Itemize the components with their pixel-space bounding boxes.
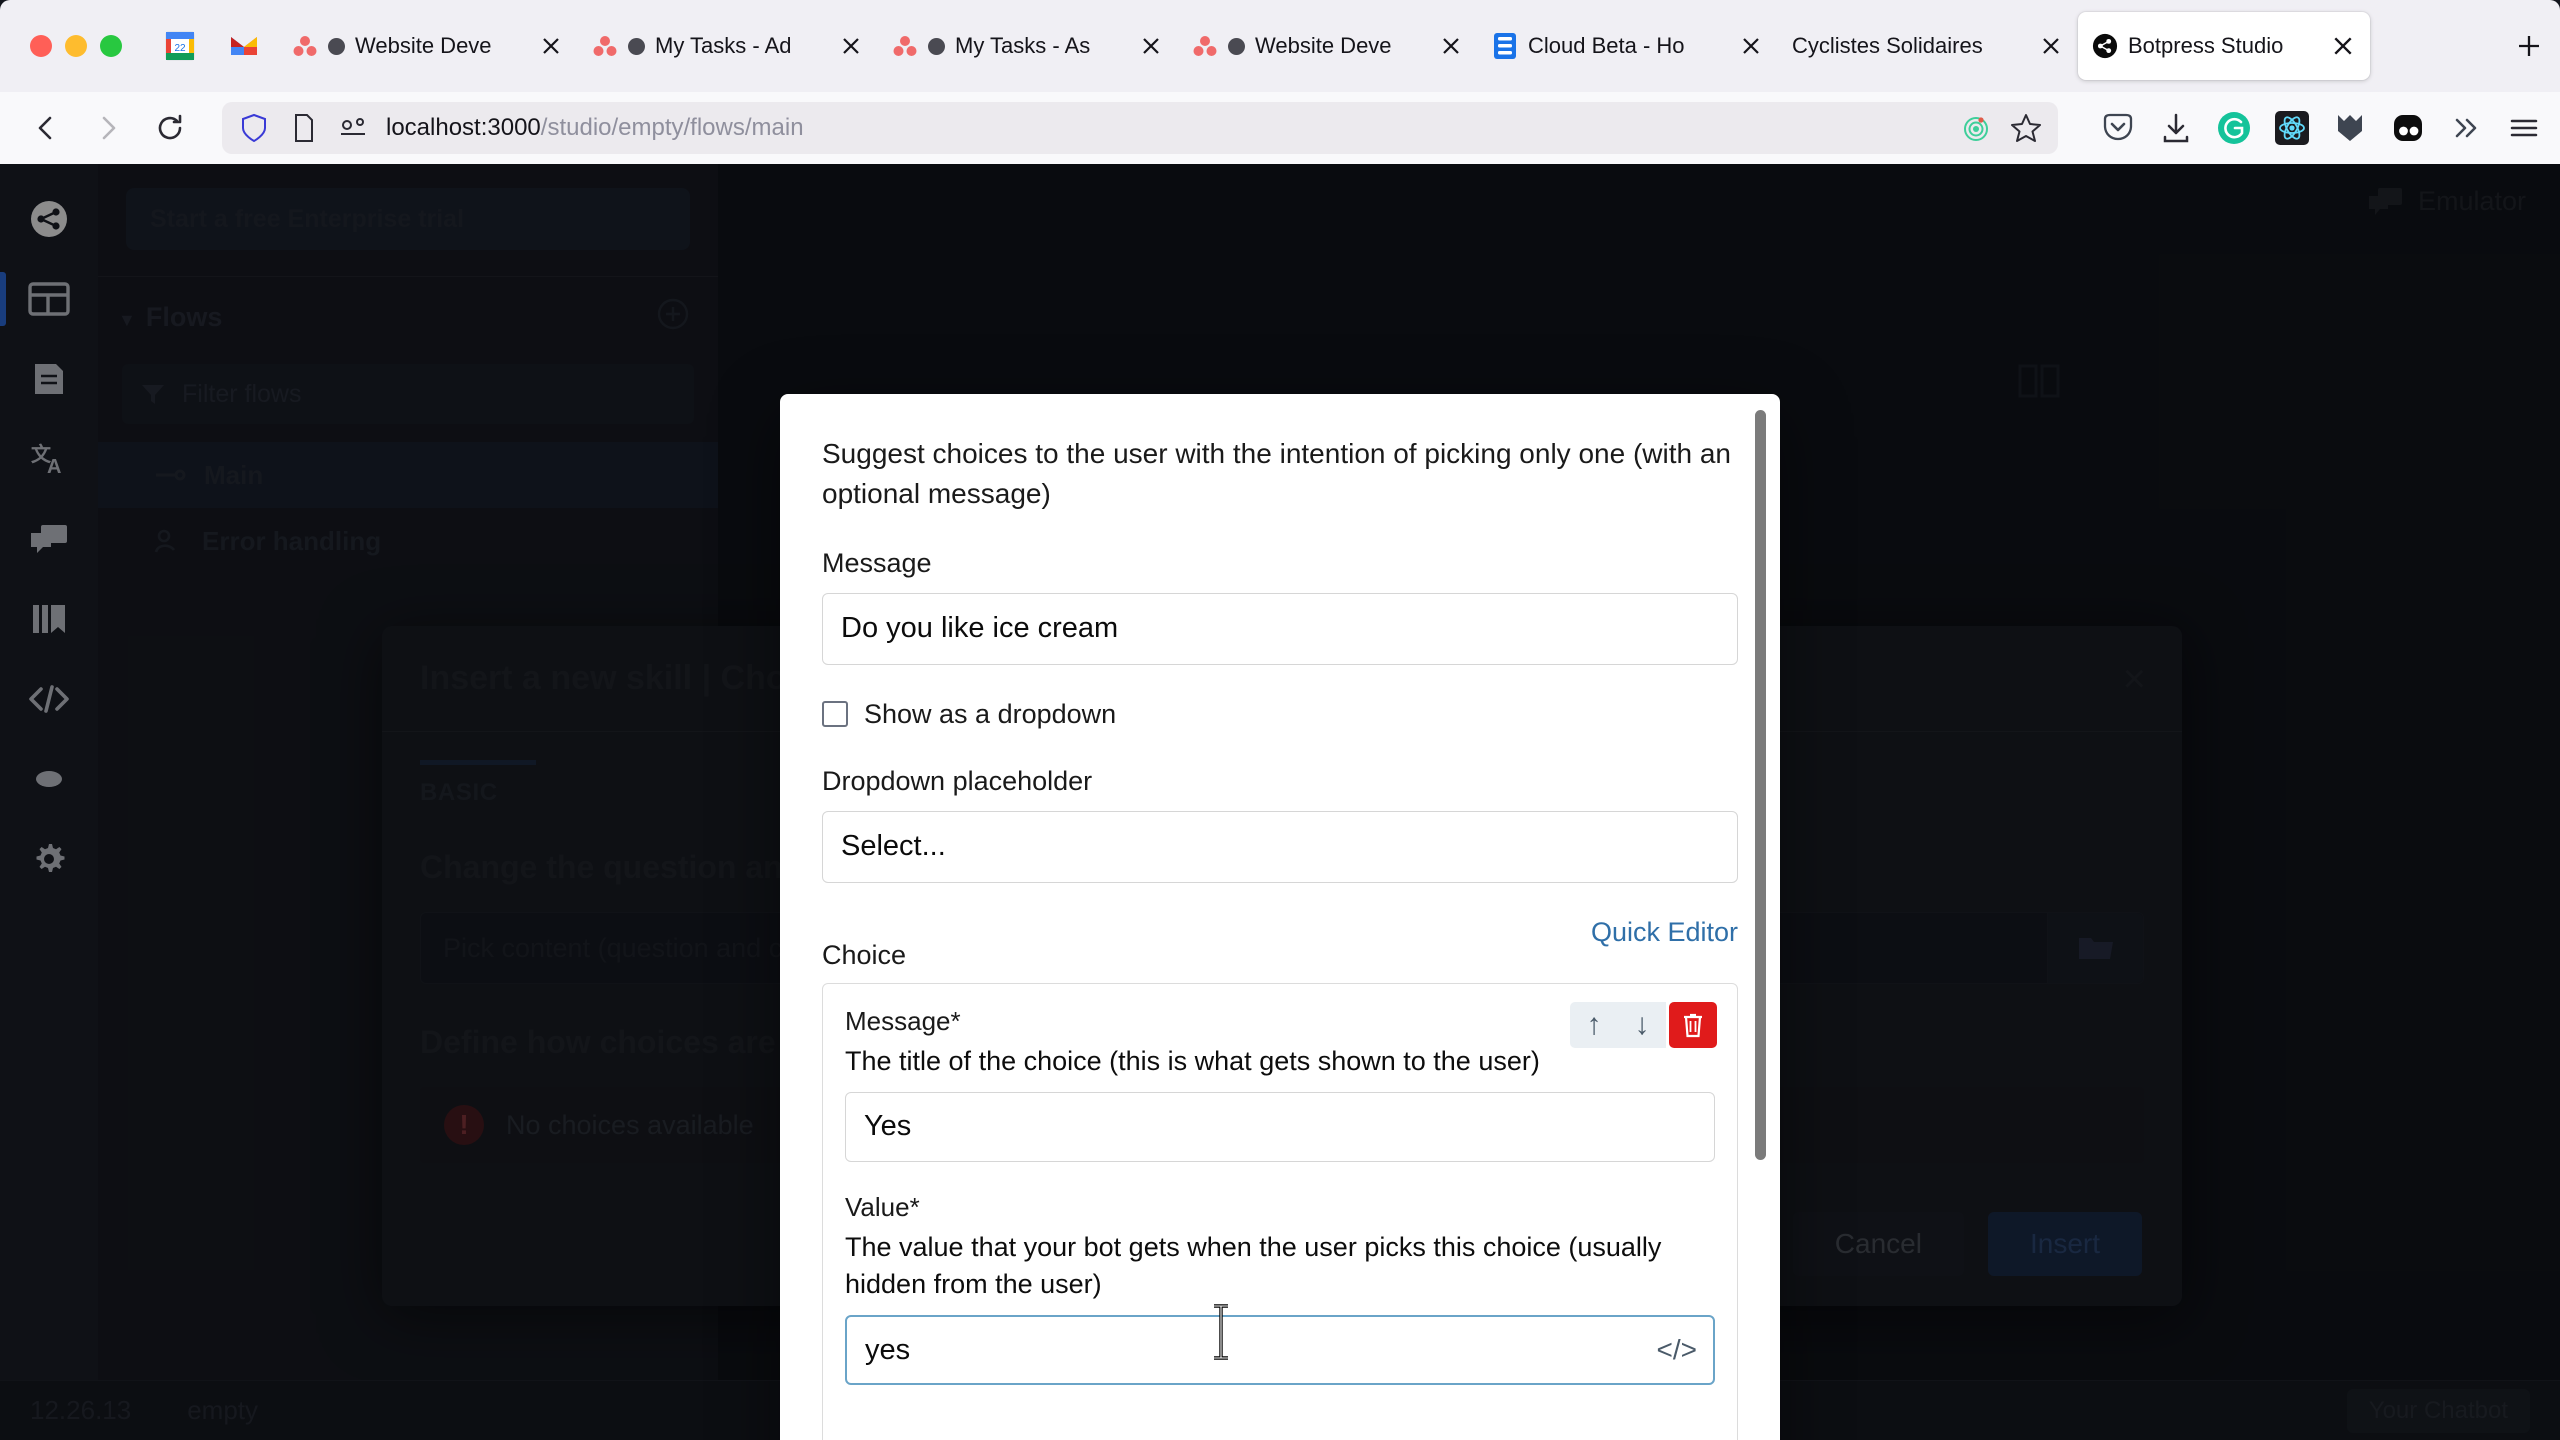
text-cursor (1210, 1304, 1232, 1360)
close-window-button[interactable] (30, 35, 52, 57)
quick-editor-link[interactable]: Quick Editor (1591, 917, 1738, 948)
tab-strip: 22 Website Deve My Tasks - Ad My Tasks -… (0, 0, 2560, 92)
tab-media-dot (328, 37, 345, 55)
pinned-tab-google-calendar[interactable]: 22 (160, 22, 200, 70)
choice-card-tools: ↑ ↓ (1570, 1001, 1717, 1048)
new-tab-button[interactable] (2506, 23, 2552, 69)
tab-cloud-beta[interactable]: Cloud Beta - Ho (1478, 12, 1778, 80)
pinned-tab-gmail[interactable] (224, 22, 264, 70)
window-controls (8, 35, 144, 57)
choice-value-value: yes (865, 1333, 911, 1366)
dropdown-placeholder-input[interactable]: Select... (822, 810, 1738, 883)
react-devtools-icon[interactable] (2274, 110, 2310, 146)
modal-scrollbar-track[interactable] (1755, 400, 1774, 1440)
choice-skill-modal: Suggest choices to the user with the int… (780, 394, 1780, 1440)
asana-icon (292, 33, 318, 59)
modal-scroll-content: Suggest choices to the user with the int… (780, 394, 1780, 1440)
show-as-dropdown-row[interactable]: Show as a dropdown (822, 699, 1738, 730)
tab-title: My Tasks - Ad (655, 33, 792, 58)
asana-icon (592, 33, 618, 59)
tab-my-tasks-ad[interactable]: My Tasks - Ad (578, 12, 878, 80)
tab-my-tasks-as[interactable]: My Tasks - As (878, 12, 1178, 80)
close-icon[interactable] (836, 31, 866, 61)
dropdown-placeholder-label: Dropdown placeholder (822, 765, 1093, 796)
permissions-icon[interactable] (336, 110, 372, 146)
close-icon[interactable] (536, 31, 566, 61)
maximize-window-button[interactable] (100, 35, 122, 57)
choice-value-input[interactable]: yes </> (845, 1315, 1715, 1386)
url-text: localhost:3000/studio/empty/flows/main (386, 114, 1944, 142)
pinned-tabs: 22 (144, 22, 278, 70)
tab-media-dot (928, 37, 945, 55)
tracker-protection-icon[interactable] (1958, 110, 1994, 146)
choice-value-hint: The value that your bot gets when the us… (845, 1231, 1662, 1299)
url-path: /studio/empty/flows/main (540, 114, 804, 141)
choice-message-hint: The title of the choice (this is what ge… (845, 1045, 1540, 1076)
close-icon[interactable] (2328, 31, 2358, 61)
tab-website-deve-2[interactable]: Website Deve (1178, 12, 1478, 80)
message-input[interactable]: Do you like ice cream (822, 592, 1738, 665)
close-icon[interactable] (2036, 31, 2066, 61)
tab-title: Botpress Studio (2128, 33, 2284, 58)
code-toggle-icon[interactable]: </> (1657, 1334, 1697, 1366)
choice-card: ↑ ↓ Message* The title of the choice (th… (822, 982, 1738, 1440)
botpress-icon (2092, 33, 2118, 59)
choice-message-input[interactable]: Yes (845, 1091, 1715, 1162)
address-bar[interactable]: localhost:3000/studio/empty/flows/main (222, 102, 2058, 154)
momentum-icon[interactable] (2332, 110, 2368, 146)
delete-choice-button[interactable] (1669, 1001, 1717, 1048)
tab-botpress-studio[interactable]: Botpress Studio (2078, 12, 2370, 80)
back-button[interactable] (18, 100, 74, 156)
grammarly-icon[interactable] (2216, 110, 2252, 146)
message-input-value: Do you like ice cream (841, 612, 1119, 644)
close-icon[interactable] (1736, 31, 1766, 61)
downloads-icon[interactable] (2158, 110, 2194, 146)
show-as-dropdown-checkbox[interactable] (822, 701, 848, 727)
move-down-button[interactable]: ↓ (1618, 1001, 1666, 1048)
cloud-beta-icon (1492, 33, 1518, 59)
botpress-studio-app: 文A Start a free Enterprise trial ▼ Flows… (0, 164, 2560, 1440)
show-as-dropdown-label: Show as a dropdown (864, 698, 1117, 729)
reload-button[interactable] (142, 100, 198, 156)
url-host: localhost:3000 (386, 114, 541, 141)
message-label: Message (822, 547, 932, 578)
tab-list: Website Deve My Tasks - Ad My Tasks - As… (278, 0, 2494, 92)
tab-website-deve-1[interactable]: Website Deve (278, 12, 578, 80)
asana-icon (892, 33, 918, 59)
shield-icon[interactable] (236, 110, 272, 146)
svg-text:22: 22 (174, 43, 186, 54)
move-up-button[interactable]: ↑ (1570, 1001, 1618, 1048)
asana-icon (1192, 33, 1218, 59)
tab-media-dot (1228, 37, 1245, 55)
pocket-icon[interactable] (2100, 110, 2136, 146)
minimize-window-button[interactable] (65, 35, 87, 57)
bookmark-star-icon[interactable] (2008, 110, 2044, 146)
close-icon[interactable] (1436, 31, 1466, 61)
tab-title: Cyclistes Solidaires (1792, 33, 1983, 58)
choice-value-required-label: Value* (845, 1191, 920, 1222)
choice-message-value: Yes (864, 1110, 912, 1143)
navigation-toolbar: localhost:3000/studio/empty/flows/main (0, 92, 2560, 164)
hamburger-menu-icon[interactable] (2506, 110, 2542, 146)
dropdown-placeholder-value: Select... (841, 830, 946, 862)
tab-title: Website Deve (355, 33, 492, 58)
browser-window: 22 Website Deve My Tasks - Ad My Tasks -… (0, 0, 2560, 1440)
extension-icon[interactable] (2390, 110, 2426, 146)
overflow-chevrons-icon[interactable] (2448, 110, 2484, 146)
page-info-icon[interactable] (286, 110, 322, 146)
choice-card-spacer (845, 1385, 1715, 1421)
toolbar-extensions (2082, 110, 2542, 146)
close-icon[interactable] (1136, 31, 1166, 61)
tab-cyclistes-solidaires[interactable]: Cyclistes Solidaires (1778, 12, 2078, 80)
tab-title: Website Deve (1255, 33, 1392, 58)
modal-scrollbar-thumb[interactable] (1755, 410, 1766, 1160)
trash-icon (1684, 1013, 1702, 1037)
forward-button[interactable] (80, 100, 136, 156)
modal-description: Suggest choices to the user with the int… (822, 438, 1731, 509)
tab-media-dot (628, 37, 645, 55)
tab-title: My Tasks - As (955, 33, 1091, 58)
tab-title: Cloud Beta - Ho (1528, 33, 1685, 58)
